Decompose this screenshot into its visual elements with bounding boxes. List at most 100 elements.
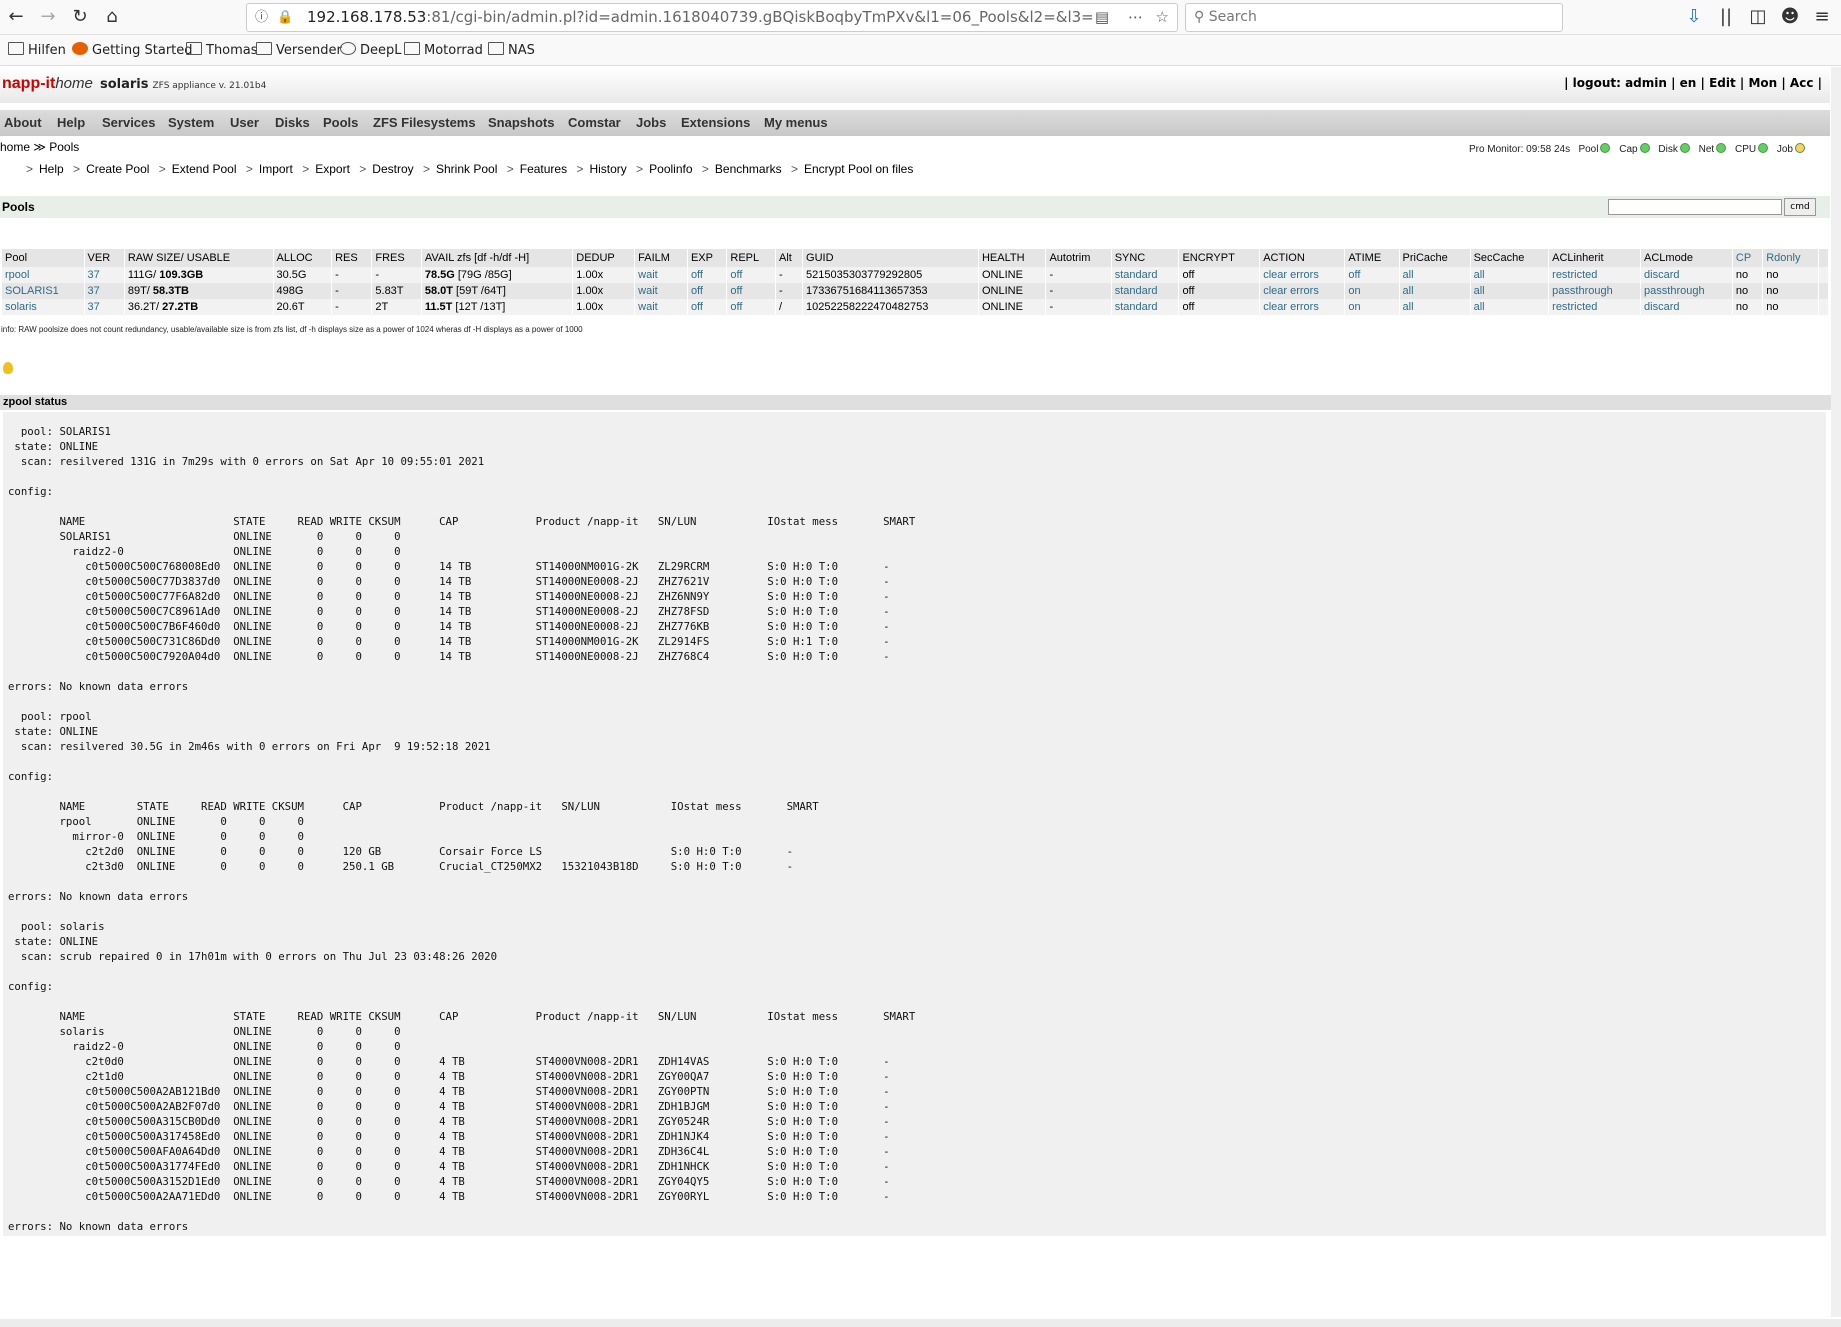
monitor-pool[interactable]: Pool [1578, 144, 1598, 155]
horizontal-scrollbar[interactable] [0, 1319, 1841, 1327]
menu-disks[interactable]: Disks [275, 115, 310, 130]
column-header[interactable]: CP [1732, 249, 1764, 267]
submenu-benchmarks[interactable]: Benchmarks [715, 162, 782, 176]
table-cell[interactable]: standard [1111, 299, 1180, 315]
bookmark-motorrad[interactable]: Motorrad [404, 42, 483, 58]
table-cell[interactable]: discard [1640, 299, 1733, 315]
cmd-input[interactable] [1608, 199, 1782, 215]
home-icon[interactable]: ⌂ [100, 5, 124, 29]
submenu-poolinfo[interactable]: Poolinfo [649, 162, 692, 176]
monitor-job[interactable]: Job [1777, 144, 1793, 155]
library-icon[interactable]: || [1714, 5, 1738, 29]
pro-monitor[interactable]: Pro Monitor: 09:58 24s Pool Cap Disk Net… [1469, 143, 1811, 155]
table-cell[interactable]: restricted [1548, 267, 1642, 283]
search-input[interactable]: ⚲ Search [1185, 3, 1563, 32]
table-cell[interactable]: restricted [1548, 299, 1642, 315]
table-cell[interactable]: all [1470, 299, 1550, 315]
submenu-encrypt-pool[interactable]: Encrypt Pool on files [804, 162, 913, 176]
table-cell[interactable]: wait [634, 283, 688, 299]
table-cell[interactable]: standard [1111, 267, 1180, 283]
breadcrumb[interactable]: home ≫ Pools [0, 140, 79, 154]
table-cell[interactable]: rpool [2, 267, 85, 283]
user-links[interactable]: | logout: admin | en | Edit | Mon | Acc … [1564, 76, 1822, 90]
table-cell[interactable]: passthrough [1640, 283, 1733, 299]
sidebar-icon[interactable]: ◫ [1746, 5, 1770, 29]
menu-icon[interactable]: ≡ [1810, 5, 1834, 29]
table-cell[interactable]: 37 [84, 267, 125, 283]
table-cell[interactable]: off [726, 267, 777, 283]
menu-help[interactable]: Help [57, 115, 85, 130]
bookmark-getting-started[interactable]: Getting Started [72, 42, 193, 58]
insecure-lock-icon[interactable]: 🔒 [277, 4, 293, 31]
submenu-help[interactable]: Help [39, 162, 64, 176]
reload-icon[interactable]: ↻ [68, 5, 92, 29]
table-cell[interactable]: off [687, 267, 728, 283]
url-bar[interactable]: ⓘ 🔒 192.168.178.53:81/cgi-bin/admin.pl?i… [246, 3, 1178, 32]
reader-view-icon[interactable]: ▤ [1095, 4, 1109, 31]
table-cell[interactable]: 37 [84, 283, 125, 299]
table-cell[interactable]: off [687, 283, 728, 299]
table-cell[interactable]: all [1399, 299, 1471, 315]
bookmark-thomas[interactable]: Thomas [186, 42, 258, 58]
forward-icon[interactable]: → [36, 5, 60, 29]
vertical-scrollbar[interactable] [1831, 67, 1841, 1317]
page-actions-icon[interactable]: ⋯ [1128, 4, 1143, 31]
table-cell[interactable]: off [726, 283, 777, 299]
table-cell[interactable]: clear errors [1259, 299, 1346, 315]
table-cell[interactable]: all [1470, 267, 1550, 283]
napp-it-logo[interactable]: napp-ithome [2, 75, 93, 93]
table-cell[interactable]: off [687, 299, 728, 315]
menu-zfs-filesystems[interactable]: ZFS Filesystems [373, 115, 476, 130]
submenu-import[interactable]: Import [259, 162, 293, 176]
table-cell[interactable]: discard [1640, 267, 1733, 283]
table-cell[interactable]: all [1399, 267, 1471, 283]
menu-jobs[interactable]: Jobs [636, 115, 666, 130]
submenu-extend-pool[interactable]: Extend Pool [172, 162, 237, 176]
menu-about[interactable]: About [4, 115, 42, 130]
table-cell[interactable]: passthrough [1548, 283, 1642, 299]
monitor-cpu[interactable]: CPU [1735, 144, 1756, 155]
menu-extensions[interactable]: Extensions [681, 115, 750, 130]
table-cell[interactable]: on [1344, 283, 1400, 299]
table-cell[interactable]: 37 [84, 299, 125, 315]
submenu-destroy[interactable]: Destroy [372, 162, 413, 176]
bookmark-versender[interactable]: Versender [256, 42, 342, 58]
menu-user[interactable]: User [230, 115, 259, 130]
bookmark-deepl[interactable]: DeepL [340, 42, 402, 58]
monitor-cap[interactable]: Cap [1619, 144, 1637, 155]
bookmark-nas[interactable]: NAS [488, 42, 535, 58]
submenu-features[interactable]: Features [520, 162, 567, 176]
cmd-button[interactable]: cmd [1784, 198, 1816, 216]
menu-system[interactable]: System [168, 115, 214, 130]
submenu-export[interactable]: Export [315, 162, 350, 176]
table-cell[interactable]: clear errors [1259, 283, 1346, 299]
menu-pools[interactable]: Pools [323, 115, 358, 130]
download-icon[interactable]: ⇩ [1682, 5, 1706, 29]
bookmark-hilfen[interactable]: Hilfen [8, 42, 66, 58]
monitor-disk[interactable]: Disk [1658, 144, 1677, 155]
account-icon[interactable]: ☻ [1778, 5, 1802, 29]
table-cell[interactable]: solaris [2, 299, 85, 315]
menu-services[interactable]: Services [102, 115, 156, 130]
table-cell[interactable]: wait [634, 267, 688, 283]
table-cell[interactable]: clear errors [1259, 267, 1346, 283]
monitor-net[interactable]: Net [1699, 144, 1715, 155]
table-cell[interactable]: SOLARIS1 [2, 283, 85, 299]
submenu-create-pool[interactable]: Create Pool [86, 162, 149, 176]
lightbulb-icon[interactable] [3, 362, 13, 374]
table-cell[interactable]: on [1344, 299, 1400, 315]
submenu-shrink-pool[interactable]: Shrink Pool [436, 162, 497, 176]
menu-snapshots[interactable]: Snapshots [488, 115, 554, 130]
menu-my-menus[interactable]: My menus [764, 115, 828, 130]
url-text[interactable]: 192.168.178.53:81/cgi-bin/admin.pl?id=ad… [307, 4, 1094, 31]
menu-comstar[interactable]: Comstar [568, 115, 621, 130]
table-cell[interactable]: all [1470, 283, 1550, 299]
bookmark-star-icon[interactable]: ☆ [1156, 4, 1169, 31]
table-cell[interactable]: standard [1111, 283, 1180, 299]
submenu-history[interactable]: History [589, 162, 626, 176]
table-cell[interactable]: wait [634, 299, 688, 315]
column-header[interactable]: Rdonly [1762, 249, 1820, 267]
back-icon[interactable]: ← [4, 5, 28, 29]
table-cell[interactable]: off [1344, 267, 1400, 283]
info-icon[interactable]: ⓘ [255, 4, 268, 31]
